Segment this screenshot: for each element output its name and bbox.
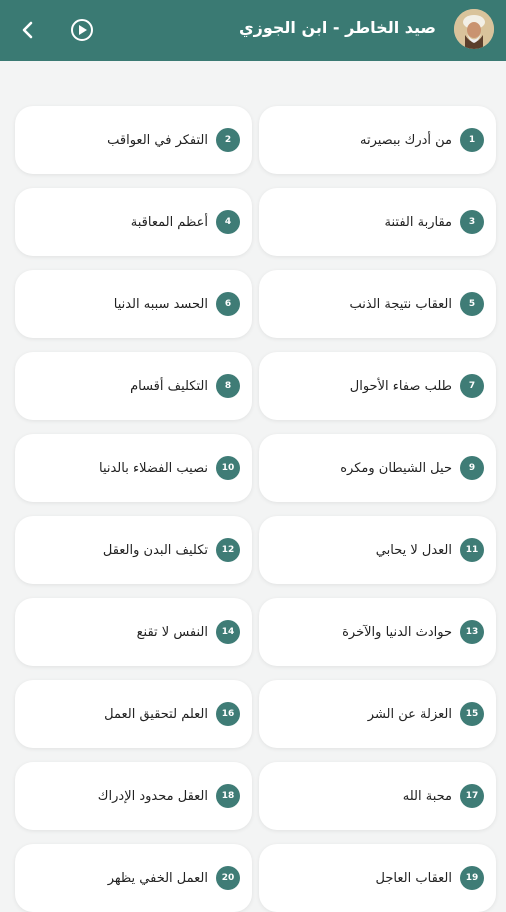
- chapter-card[interactable]: 7 طلب صفاء الأحوال: [259, 352, 496, 420]
- chapter-title: أعظم المعاقبة: [130, 214, 208, 230]
- chapter-title: طلب صفاء الأحوال: [349, 378, 452, 394]
- chapter-title: العدل لا يحابي: [375, 542, 452, 558]
- chapter-card[interactable]: 19 العقاب العاجل: [259, 844, 496, 912]
- chapter-number: 6: [216, 292, 240, 316]
- chapter-number: 14: [216, 620, 240, 644]
- chapter-card[interactable]: 18 العقل محدود الإدراك: [15, 762, 252, 830]
- chapter-title: تكليف البدن والعقل: [102, 542, 208, 558]
- chapter-number: 13: [460, 620, 484, 644]
- chapter-number: 10: [216, 456, 240, 480]
- chapter-card[interactable]: 15 العزلة عن الشر: [259, 680, 496, 748]
- play-circle-icon[interactable]: [68, 16, 96, 44]
- chapter-card[interactable]: 13 حوادث الدنيا والآخرة: [259, 598, 496, 666]
- chapter-number: 9: [460, 456, 484, 480]
- chapter-number: 11: [460, 538, 484, 562]
- chapter-title: العقل محدود الإدراك: [97, 788, 208, 804]
- chapter-number: 7: [460, 374, 484, 398]
- chapter-title: محبة الله: [402, 788, 452, 804]
- chapter-card[interactable]: 8 التكليف أقسام: [15, 352, 252, 420]
- chapter-number: 17: [460, 784, 484, 808]
- chapter-number: 5: [460, 292, 484, 316]
- chapter-number: 1: [460, 128, 484, 152]
- chevron-left-icon[interactable]: [14, 16, 42, 44]
- chapter-title: العمل الخفي يظهر: [107, 870, 208, 886]
- chapter-card[interactable]: 9 حيل الشيطان ومكره: [259, 434, 496, 502]
- chapter-title: الحسد سببه الدنيا: [113, 296, 208, 312]
- chapter-card[interactable]: 20 العمل الخفي يظهر: [15, 844, 252, 912]
- chapter-number: 8: [216, 374, 240, 398]
- chapter-card[interactable]: 4 أعظم المعاقبة: [15, 188, 252, 256]
- chapter-card[interactable]: 1 من أدرك ببصيرته: [259, 106, 496, 174]
- chapter-card[interactable]: 6 الحسد سببه الدنيا: [15, 270, 252, 338]
- chapter-number: 3: [460, 210, 484, 234]
- chapter-number: 15: [460, 702, 484, 726]
- chapter-title: العزلة عن الشر: [367, 706, 452, 722]
- chapter-title: نصيب الفضلاء بالدنيا: [98, 460, 208, 476]
- chapter-card[interactable]: 10 نصيب الفضلاء بالدنيا: [15, 434, 252, 502]
- chapter-title: حوادث الدنيا والآخرة: [342, 624, 452, 640]
- chapter-card[interactable]: 12 تكليف البدن والعقل: [15, 516, 252, 584]
- chapter-title: مقاربة الفتنة: [384, 214, 452, 230]
- chapter-number: 2: [216, 128, 240, 152]
- chapter-title: التكليف أقسام: [130, 378, 208, 394]
- chapter-title: من أدرك ببصيرته: [359, 132, 452, 148]
- app-bar: صيد الخاطر - ابن الجوزي: [0, 0, 506, 61]
- chapter-number: 18: [216, 784, 240, 808]
- author-avatar: [454, 9, 494, 49]
- chapter-grid: 1 من أدرك ببصيرته 2 التفكر في العواقب 3 مقا…: [12, 106, 496, 912]
- chapter-number: 19: [460, 866, 484, 890]
- chapter-title: التفكر في العواقب: [107, 132, 208, 148]
- chapter-number: 20: [216, 866, 240, 890]
- chapter-card[interactable]: 2 التفكر في العواقب: [15, 106, 252, 174]
- chapter-title: النفس لا تقنع: [136, 624, 208, 640]
- chapter-card[interactable]: 14 النفس لا تقنع: [15, 598, 252, 666]
- chapter-title: حيل الشيطان ومكره: [340, 460, 452, 476]
- chapter-card[interactable]: 16 العلم لتحقيق العمل: [15, 680, 252, 748]
- chapter-number: 12: [216, 538, 240, 562]
- chapter-card[interactable]: 17 محبة الله: [259, 762, 496, 830]
- chapter-card[interactable]: 5 العقاب نتيجة الذنب: [259, 270, 496, 338]
- chapter-title: العقاب نتيجة الذنب: [349, 296, 453, 312]
- chapter-number: 16: [216, 702, 240, 726]
- chapter-number: 4: [216, 210, 240, 234]
- page-title: صيد الخاطر - ابن الجوزي: [238, 18, 436, 37]
- chapter-card[interactable]: 11 العدل لا يحابي: [259, 516, 496, 584]
- chapter-card[interactable]: 3 مقاربة الفتنة: [259, 188, 496, 256]
- chapter-title: العقاب العاجل: [375, 870, 452, 886]
- chapter-title: العلم لتحقيق العمل: [104, 706, 208, 722]
